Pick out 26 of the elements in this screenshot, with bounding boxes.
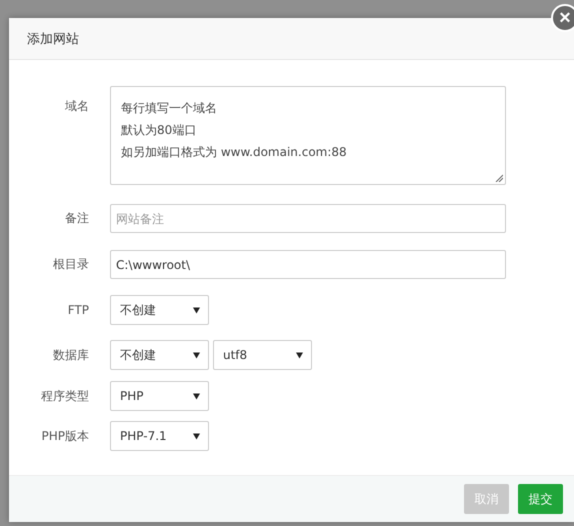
input-field[interactable]: C:\wwwroot\	[110, 250, 506, 279]
caret-icon	[193, 432, 200, 440]
field-label: FTP	[66, 303, 89, 317]
resize-grip-icon[interactable]	[495, 174, 503, 182]
field-label: 根目录	[52, 256, 89, 273]
select-dropdown[interactable]: 不创建	[110, 295, 209, 325]
field-label: 域名	[64, 98, 89, 115]
field-label: 数据库	[52, 346, 89, 364]
caret-icon	[193, 352, 200, 358]
select-dropdown[interactable]: PHP-7.1	[110, 421, 209, 451]
input-field[interactable]: 网站备注	[110, 204, 506, 233]
field-label: 程序类型	[40, 388, 89, 404]
caret-icon	[193, 306, 200, 314]
caret-icon	[296, 352, 303, 358]
placeholder-text: 如另加端口格式为 www.domain.com:88	[121, 144, 347, 161]
close-button[interactable]: ×	[551, 4, 574, 32]
select-dropdown[interactable]: 不创建	[110, 340, 209, 370]
field-label: 备注	[64, 210, 89, 227]
select-dropdown[interactable]: utf8	[213, 340, 312, 370]
field-label: PHP版本	[40, 428, 89, 444]
domain-field[interactable]: 每行填写一个域名 默认为80端口 如另加端口格式为 www.domain.com:88	[110, 86, 506, 185]
select-dropdown[interactable]: PHP	[110, 381, 209, 411]
placeholder-text: 默认为80端口	[121, 122, 196, 139]
caret-icon	[193, 392, 200, 400]
dialog-title: 添加网站	[27, 30, 79, 48]
placeholder-text: 每行填写一个域名	[121, 100, 217, 117]
